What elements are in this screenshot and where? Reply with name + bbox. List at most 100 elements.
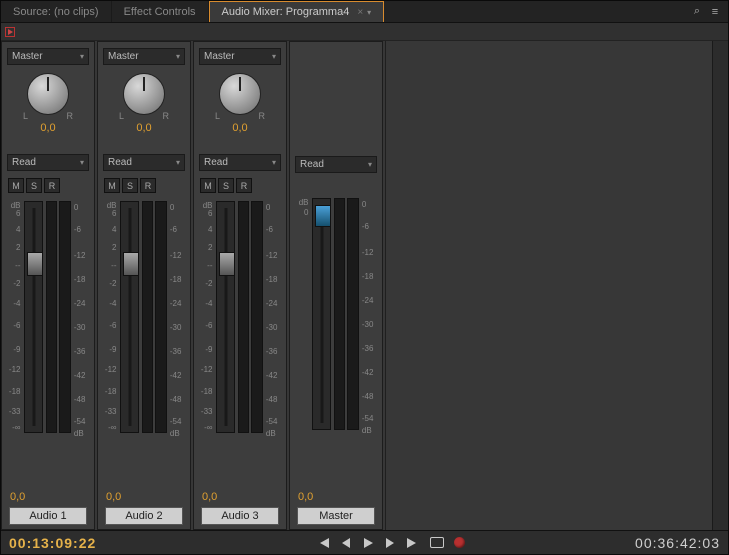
- chevron-down-icon: ▾: [176, 52, 180, 61]
- db-scale-fader: dB642---2-4-6-9-12-18-33-∞: [8, 201, 22, 489]
- go-to-out-button[interactable]: [406, 537, 420, 549]
- tab-label: Audio Mixer: Programma4: [222, 6, 350, 18]
- transport-bar: 00:13:09:22 00:36:42:03: [1, 530, 728, 554]
- record-enable-button[interactable]: R: [44, 178, 60, 193]
- mixer-toolbar: [1, 23, 728, 41]
- db-scale-meter: 0-6-12-18-24-30-36-42-48-54dB: [168, 201, 184, 489]
- mixer-empty-area: [385, 41, 728, 530]
- track-master: Read▾ dB0 0-6-12-18-24-30-36-42-48-54dB …: [289, 41, 383, 530]
- panel-tabs: Source: (no clips) Effect Controls Audio…: [1, 1, 728, 23]
- step-back-button[interactable]: [340, 537, 352, 549]
- fader-value[interactable]: 0,0: [10, 491, 90, 503]
- db-scale-meter: 0-6-12-18-24-30-36-42-48-54dB: [360, 198, 376, 489]
- panel-menu-icon[interactable]: ≡: [708, 5, 722, 19]
- timecode-current[interactable]: 00:13:09:22: [9, 535, 96, 551]
- level-meter-right: [155, 201, 167, 433]
- loop-button[interactable]: [430, 537, 444, 548]
- go-to-in-button[interactable]: [316, 537, 330, 549]
- track-name-field[interactable]: Audio 3: [201, 507, 279, 525]
- fader-handle[interactable]: [219, 252, 235, 276]
- pan-value[interactable]: 0,0: [232, 122, 247, 134]
- solo-button[interactable]: S: [26, 178, 42, 193]
- db-scale-fader: dB642---2-4-6-9-12-18-33-∞: [104, 201, 118, 489]
- automation-dropdown[interactable]: Read▾: [295, 156, 377, 173]
- pan-value[interactable]: 0,0: [136, 122, 151, 134]
- pan-knob[interactable]: [123, 73, 165, 115]
- vertical-scrollbar[interactable]: [712, 41, 728, 530]
- transport-buttons: [316, 537, 465, 549]
- mute-button[interactable]: M: [8, 178, 24, 193]
- fader-area: dB642---2-4-6-9-12-18-33-∞ 0-6-12-18-24-…: [198, 199, 282, 489]
- pan-knob[interactable]: [219, 73, 261, 115]
- pan-right-label: R: [259, 111, 266, 121]
- fader-value[interactable]: 0,0: [202, 491, 282, 503]
- chevron-down-icon: ▾: [80, 158, 84, 167]
- audio-mixer-panel: Source: (no clips) Effect Controls Audio…: [0, 0, 729, 555]
- fader-area: dB642---2-4-6-9-12-18-33-∞ 0-6-12-18-24-…: [102, 199, 186, 489]
- record-enable-button[interactable]: R: [140, 178, 156, 193]
- level-meter-left: [238, 201, 250, 433]
- dropdown-label: Read: [108, 157, 132, 168]
- pan-left-label: L: [119, 111, 124, 121]
- output-dropdown[interactable]: Master▾: [199, 48, 281, 65]
- mute-button[interactable]: M: [200, 178, 216, 193]
- panel-search-icon[interactable]: ⌕: [690, 5, 704, 19]
- track-audio: Master▾ LR 0,0 Read ▾ M S R dB642---2-4-6…: [193, 41, 287, 530]
- mute-button[interactable]: M: [104, 178, 120, 193]
- automation-dropdown[interactable]: Read ▾: [7, 154, 89, 171]
- chevron-down-icon: ▾: [272, 158, 276, 167]
- fader-slot[interactable]: [120, 201, 138, 433]
- pan-knob[interactable]: [27, 73, 69, 115]
- msr-buttons: M S R: [8, 178, 90, 193]
- fader-handle[interactable]: [123, 252, 139, 276]
- pan-value[interactable]: 0,0: [40, 122, 55, 134]
- track-name-field[interactable]: Master: [297, 507, 375, 525]
- level-meter-left: [46, 201, 58, 433]
- track-name-field[interactable]: Audio 2: [105, 507, 183, 525]
- mixer-body: Master ▾ L R 0,0 Read ▾ M S R dB642---2-4-6…: [1, 41, 728, 530]
- pan-right-label: R: [163, 111, 170, 121]
- level-meter-left: [142, 201, 154, 433]
- pan-control: L R 0,0: [102, 73, 186, 134]
- fader-value[interactable]: 0,0: [106, 491, 186, 503]
- output-dropdown[interactable]: Master▾: [7, 48, 89, 65]
- track-audio: Master▾ LR 0,0 Read▾ M S R dB642---2-4-6…: [1, 41, 95, 530]
- fader-handle[interactable]: [27, 252, 43, 276]
- fader-slot[interactable]: [312, 198, 330, 430]
- chevron-down-icon: ▾: [272, 52, 276, 61]
- close-icon[interactable]: ×: [357, 7, 363, 18]
- dropdown-label: Read: [12, 157, 36, 168]
- show-sends-toggle[interactable]: [5, 27, 15, 37]
- pan-control: LR 0,0: [198, 73, 282, 134]
- dropdown-label: Master: [108, 51, 139, 62]
- play-button[interactable]: [362, 537, 374, 549]
- timecode-duration[interactable]: 00:36:42:03: [635, 535, 720, 551]
- level-meter-right: [347, 198, 359, 430]
- tab-audio-mixer[interactable]: Audio Mixer: Programma4 × ▾: [209, 1, 385, 22]
- fader-area: dB642---2-4-6-9-12-18-33-∞ 0-6-12-18-24-…: [6, 199, 90, 489]
- automation-dropdown[interactable]: Read ▾: [199, 154, 281, 171]
- solo-button[interactable]: S: [218, 178, 234, 193]
- chevron-down-icon[interactable]: ▾: [367, 8, 371, 17]
- output-dropdown[interactable]: Master ▾: [103, 48, 185, 65]
- fader-value[interactable]: 0,0: [298, 491, 378, 503]
- step-forward-button[interactable]: [384, 537, 396, 549]
- pan-left-label: L: [23, 111, 28, 121]
- fader-slot[interactable]: [24, 201, 42, 433]
- level-meter-right: [59, 201, 71, 433]
- tab-label: Source: (no clips): [13, 6, 99, 18]
- record-enable-button[interactable]: R: [236, 178, 252, 193]
- db-scale-meter: 0-6-12-18-24-30-36-42-48-54dB: [72, 201, 88, 489]
- msr-buttons: M S R: [200, 178, 282, 193]
- tab-effect-controls[interactable]: Effect Controls: [112, 1, 209, 22]
- automation-dropdown[interactable]: Read▾: [103, 154, 185, 171]
- fader-slot[interactable]: [216, 201, 234, 433]
- dropdown-label: Read: [204, 157, 228, 168]
- record-button[interactable]: [454, 537, 465, 548]
- tab-source[interactable]: Source: (no clips): [1, 1, 112, 22]
- solo-button[interactable]: S: [122, 178, 138, 193]
- track-audio: Master ▾ L R 0,0 Read▾ M S R dB642---2-4-6…: [97, 41, 191, 530]
- pan-control: LR 0,0: [6, 73, 90, 134]
- fader-handle[interactable]: [315, 205, 331, 227]
- track-name-field[interactable]: Audio 1: [9, 507, 87, 525]
